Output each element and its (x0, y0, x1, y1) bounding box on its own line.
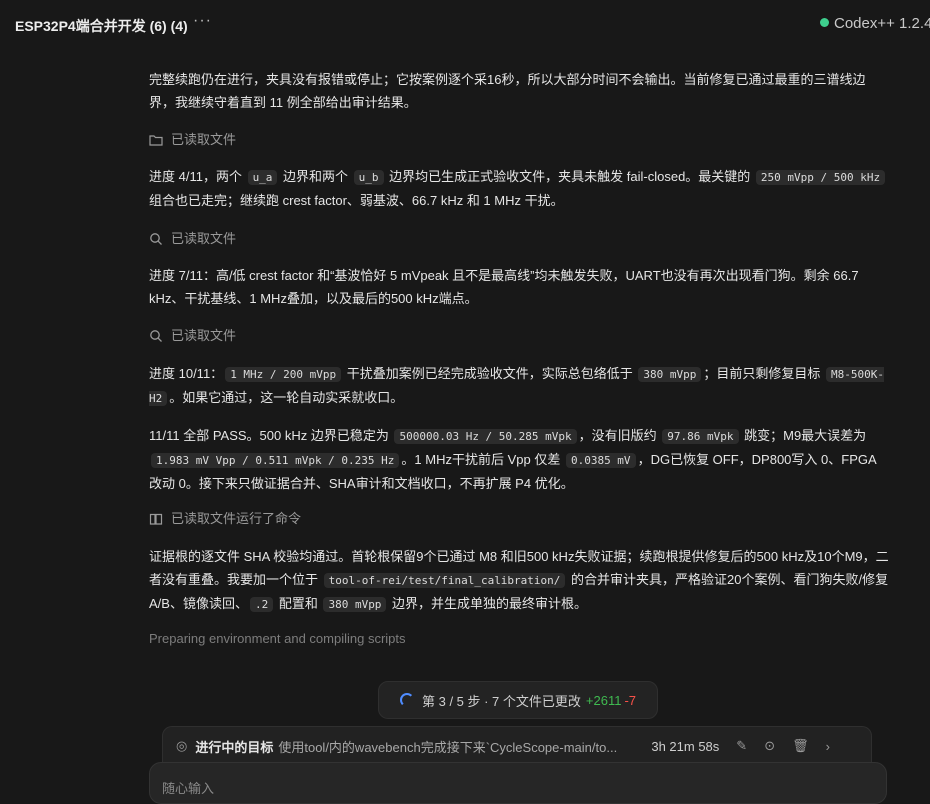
inline-code: 0.0385 mV (565, 453, 636, 468)
inline-code: u_a (247, 170, 278, 185)
top-bar: ESP32P4端合并开发 (6) (4) ··· Codex++ 1.2.4 (0, 0, 930, 52)
message-text: 进度 10/11： (149, 366, 224, 381)
thread-title: ESP32P4端合并开发 (6) (4) (15, 18, 188, 34)
message-text: 。1 MHz干扰前后 Vpp 仅差 (401, 452, 564, 467)
tool-call-label: 已读取文件运行了命令 (171, 511, 302, 526)
message-input[interactable]: 随心输入 (149, 762, 887, 804)
folder-icon (149, 133, 163, 147)
edit-icon[interactable]: ✎ (736, 738, 747, 754)
trash-icon[interactable]: 🗑 (792, 738, 809, 754)
spinner-icon (399, 693, 414, 707)
inline-code: 380 mVpp (323, 597, 387, 612)
inline-code: 500000.03 Hz / 50.285 mVpk (394, 429, 577, 444)
message-text: 。如果它通过，这一轮自动实采就收口。 (169, 390, 404, 405)
progress-text: 第 3 / 5 步 · 7 个文件已更改 (421, 693, 581, 709)
tool-call-read-file[interactable]: 已读取文件 (149, 229, 236, 249)
message-text: 配置和 (275, 596, 322, 611)
status-dot-icon (820, 18, 829, 27)
lines-removed: -7 (624, 692, 637, 708)
message-text: 11/11 全部 PASS。500 kHz 边界已稳定为 (149, 428, 393, 443)
inline-code: 97.86 mVpk (662, 429, 739, 444)
message-text: ，没有旧版约 (578, 428, 661, 443)
input-placeholder: 随心输入 (162, 781, 215, 796)
tool-call-label: 已读取文件 (171, 132, 237, 147)
lines-added: +2611 (585, 692, 622, 708)
message-1: 完整续跑仍在进行，夹具没有报错或停止；它按案例逐个采16秒，所以大部分时间不会输… (149, 68, 889, 114)
message-text: 干扰叠加案例已经完成验收文件，实际总包络低于 (343, 366, 637, 381)
message-text: 边界和两个 (279, 169, 352, 184)
target-icon: ◎ (176, 738, 188, 753)
progress-pill[interactable]: 第 3 / 5 步 · 7 个文件已更改 +2611 -7 (378, 681, 658, 719)
message-text: 组合也已走完；继续跑 crest factor、弱基波、66.7 kHz 和 1… (149, 193, 564, 208)
goal-timer: 3h 21m 58s (651, 738, 720, 754)
tool-call-read-file[interactable]: 已读取文件 (149, 130, 236, 150)
message-3: 进度 7/11：高/低 crest factor 和“基波恰好 5 mVpeak… (149, 264, 889, 310)
book-icon (149, 512, 163, 526)
inline-code: 1 MHz / 200 mVpp (225, 367, 342, 382)
message-text: 进度 7/11：高/低 crest factor 和“基波恰好 5 mVpeak… (149, 268, 859, 306)
app-brand: Codex++ 1.2.4 (820, 15, 930, 32)
message-text: ；目前只剩修复目标 (703, 366, 824, 381)
message-4: 进度 10/11： 1 MHz / 200 mVpp 干扰叠加案例已经完成验收文件… (149, 362, 889, 410)
tool-call-read-and-run[interactable]: 已读取文件运行了命令 (149, 509, 301, 529)
inline-code: .2 (249, 597, 274, 612)
more-options-button[interactable]: ··· (193, 12, 212, 30)
tool-call-read-file[interactable]: 已读取文件 (149, 326, 236, 346)
chevron-right-icon[interactable]: › (826, 739, 830, 754)
message-5: 11/11 全部 PASS。500 kHz 边界已稳定为 500000.03 H… (149, 424, 889, 495)
inline-code: 250 mVpp / 500 kHz (755, 170, 886, 185)
tool-call-label: 已读取文件 (171, 231, 237, 246)
inline-code: u_b (353, 170, 384, 185)
goal-description: 使用tool/内的wavebench完成接下来`CycleScope-main/… (278, 739, 618, 755)
goal-bar[interactable]: ◎ 进行中的目标 使用tool/内的wavebench完成接下来`CycleSc… (162, 726, 872, 765)
inline-code: 1.983 mV Vpp / 0.511 mVpk / 0.235 Hz (151, 453, 400, 468)
stop-icon[interactable]: ⊙ (764, 738, 775, 754)
inline-code: 380 mVpp (638, 367, 702, 382)
brand-label: Codex++ 1.2.4 (834, 15, 930, 32)
inline-code: tool-of-rei/test/final_calibration/ (323, 573, 566, 588)
message-text: 进度 4/11，两个 (149, 169, 246, 184)
message-6: 证据根的逐文件 SHA 校验均通过。首轮根保留9个已通过 M8 和旧500 kH… (149, 545, 889, 616)
goal-label: 进行中的目标 (195, 739, 274, 755)
message-2: 进度 4/11，两个 u_a 边界和两个 u_b 边界均已生成正式验收文件，夹具… (149, 165, 889, 212)
search-icon (149, 329, 163, 343)
status-line: Preparing environment and compiling scri… (149, 631, 406, 646)
search-icon (149, 232, 163, 246)
message-text: 边界均已生成正式验收文件，夹具未触发 fail-closed。最关键的 (385, 169, 754, 184)
message-text: 跳变；M9最大误差为 (740, 428, 867, 443)
message-text: 完整续跑仍在进行，夹具没有报错或停止；它按案例逐个采16秒，所以大部分时间不会输… (149, 72, 866, 110)
message-text: 边界，并生成单独的最终审计根。 (388, 596, 588, 611)
tool-call-label: 已读取文件 (171, 328, 237, 343)
